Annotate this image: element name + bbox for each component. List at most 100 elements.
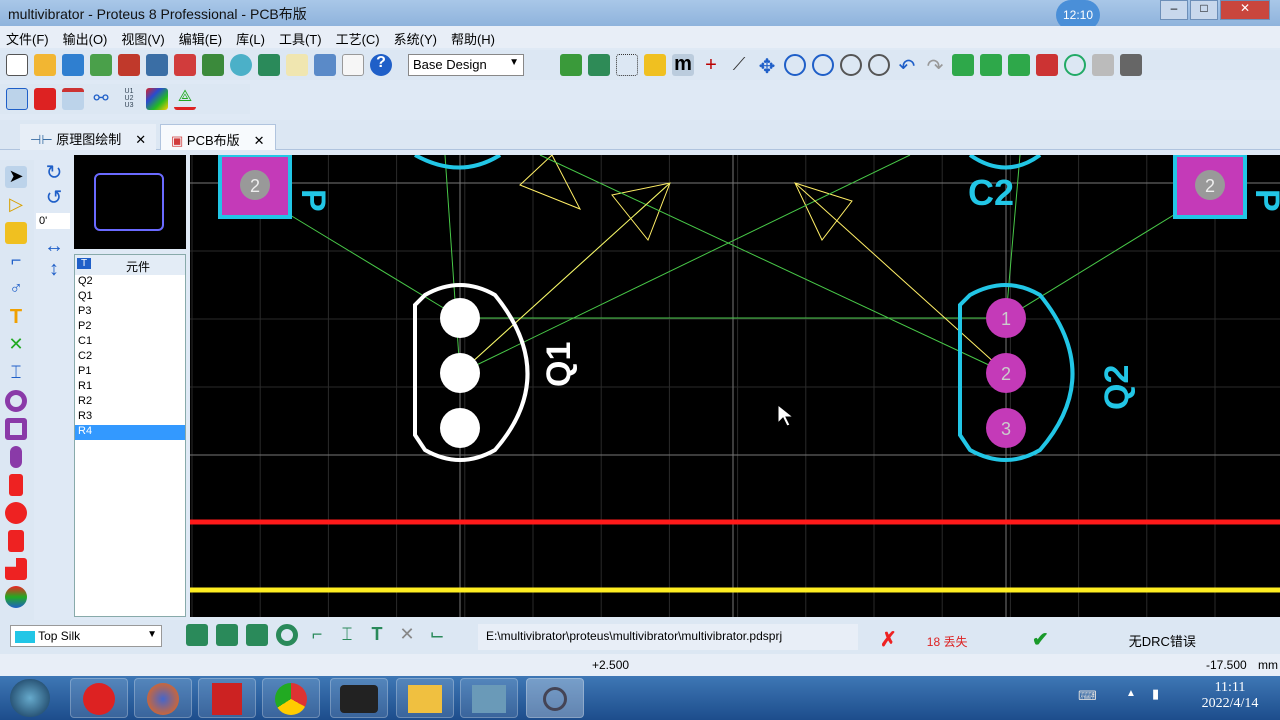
make-package-icon[interactable]: [1092, 54, 1114, 76]
menu-system[interactable]: 系统(Y): [394, 29, 437, 47]
square-pad-icon[interactable]: [5, 418, 27, 440]
maximize-button[interactable]: □: [1190, 0, 1218, 20]
component-list-item[interactable]: R1: [75, 380, 185, 395]
show-hidden-icons[interactable]: ▲: [1126, 688, 1136, 699]
source-code-icon[interactable]: [314, 54, 336, 76]
home-icon[interactable]: [118, 54, 140, 76]
design-select[interactable]: Base Design ▼: [408, 54, 524, 76]
pan-icon[interactable]: ✥: [756, 54, 778, 78]
3d-icon[interactable]: [202, 54, 224, 76]
open-icon[interactable]: [34, 54, 56, 76]
component-list-item[interactable]: C2: [75, 350, 185, 365]
via-icon[interactable]: [276, 624, 298, 646]
start-button[interactable]: [10, 679, 50, 717]
selection-mode-icon[interactable]: ➤: [5, 166, 27, 188]
refresh-icon[interactable]: [560, 54, 582, 76]
menu-tools[interactable]: 工具(T): [279, 29, 322, 47]
gerber-icon[interactable]: [230, 54, 252, 76]
origin-icon[interactable]: +: [700, 54, 722, 76]
package-mode-icon[interactable]: [5, 222, 27, 244]
keyboard-icon[interactable]: ⌨: [1078, 688, 1097, 704]
system-clock[interactable]: 11:11 2022/4/14: [1190, 680, 1270, 712]
track-icon[interactable]: ⌐: [306, 624, 328, 646]
menu-help[interactable]: 帮助(H): [451, 29, 495, 47]
drc-icon[interactable]: ⟁: [174, 88, 196, 110]
component-icon[interactable]: [34, 88, 56, 110]
component-list-item[interactable]: P1: [75, 365, 185, 380]
padstack-icon[interactable]: [5, 586, 27, 608]
layer-select[interactable]: Top Silk ▼: [10, 625, 162, 647]
component-list-item[interactable]: R3: [75, 410, 185, 425]
component-list-item[interactable]: C1: [75, 335, 185, 350]
false-origin-icon[interactable]: ⟋: [728, 54, 750, 76]
annotate-icon[interactable]: U1 U2 U3: [118, 88, 140, 110]
pcb-canvas[interactable]: Q1 1 2 3 Q2 C2 2 P 2 P: [190, 153, 1280, 617]
text-icon[interactable]: T: [366, 624, 388, 646]
taskbar-app-explorer[interactable]: [396, 678, 454, 718]
undo-icon[interactable]: ↶: [896, 54, 918, 78]
autoroute-icon[interactable]: [146, 88, 168, 110]
menu-library[interactable]: 库(L): [236, 29, 265, 47]
decompose-icon[interactable]: [1120, 54, 1142, 76]
redo-icon[interactable]: ↷: [924, 54, 946, 78]
schematic-icon[interactable]: [146, 54, 168, 76]
taskbar-app-netease[interactable]: [70, 678, 128, 718]
battery-icon[interactable]: ▮: [1152, 686, 1159, 702]
block-delete-icon[interactable]: [1036, 54, 1058, 76]
layers-icon[interactable]: [644, 54, 666, 76]
tab-schematic[interactable]: ⊣⊢ 原理图绘制 ✕: [20, 124, 157, 150]
taskbar-app-chrome[interactable]: [262, 678, 320, 718]
pick-part-icon[interactable]: [1064, 54, 1086, 76]
polygon-pad-icon[interactable]: [5, 558, 27, 580]
component-list-item[interactable]: P3: [75, 305, 185, 320]
zoom-all-icon[interactable]: [840, 54, 862, 76]
zoom-in-icon[interactable]: [784, 54, 806, 76]
pcb-icon[interactable]: [174, 54, 196, 76]
new-icon[interactable]: [6, 54, 28, 76]
menu-output[interactable]: 输出(O): [63, 29, 108, 47]
metric-toggle[interactable]: m: [672, 54, 694, 76]
component-list-item[interactable]: P2: [75, 320, 185, 335]
save-icon[interactable]: [62, 54, 84, 76]
menu-view[interactable]: 视图(V): [121, 29, 164, 47]
menu-technology[interactable]: 工艺(C): [336, 29, 380, 47]
close-project-icon[interactable]: [90, 54, 112, 76]
close-icon[interactable]: ✕: [135, 132, 146, 147]
taskbar-app-proteus[interactable]: [526, 678, 584, 718]
block-rotate-icon[interactable]: [1008, 54, 1030, 76]
bom-icon[interactable]: [286, 54, 308, 76]
search-icon[interactable]: ⚯: [90, 88, 112, 110]
missing-connections[interactable]: ✗ 18 丢失: [868, 624, 1008, 651]
text-mode-icon[interactable]: T: [5, 306, 27, 328]
lock-icon[interactable]: [6, 88, 28, 110]
menu-file[interactable]: 文件(F): [6, 29, 49, 47]
design-explorer-icon[interactable]: [258, 54, 280, 76]
dil-pad-icon[interactable]: [10, 446, 22, 468]
notes-icon[interactable]: [342, 54, 364, 76]
minimize-button[interactable]: –: [1160, 0, 1188, 20]
taskbar-app-firefox[interactable]: [134, 678, 192, 718]
rotate-ccw-icon[interactable]: ↺: [36, 185, 72, 210]
via-mode-icon[interactable]: ♂: [5, 278, 27, 300]
pcb-drawing[interactable]: Q1 1 2 3 Q2 C2 2 P 2 P: [190, 153, 1280, 617]
help-icon[interactable]: ?: [370, 54, 392, 76]
taskbar-app-recorder[interactable]: [330, 678, 388, 718]
ratsnest-mode-icon[interactable]: ✕: [5, 334, 27, 356]
dimension-icon[interactable]: ⌶: [336, 624, 358, 646]
close-icon[interactable]: ✕: [254, 133, 265, 148]
taskbar-app-photos[interactable]: [460, 678, 518, 718]
connectivity-icon[interactable]: ⌶: [5, 362, 27, 384]
ratsnest-icon[interactable]: ✕: [396, 624, 418, 646]
mirror-y-icon[interactable]: ↕: [36, 258, 72, 281]
select-filter-icon[interactable]: [62, 88, 84, 110]
block-copy-icon[interactable]: [952, 54, 974, 76]
flip-icon[interactable]: [588, 54, 610, 76]
circle-pad-icon[interactable]: [5, 502, 27, 524]
component-list-item[interactable]: Q1: [75, 290, 185, 305]
zoom-area-icon[interactable]: [868, 54, 890, 76]
layout-icon[interactable]: ⌙: [426, 624, 448, 646]
layer-stack-icon[interactable]: [186, 624, 208, 646]
component-mode-icon[interactable]: ▷: [5, 194, 27, 216]
block-move-icon[interactable]: [980, 54, 1002, 76]
grid-icon[interactable]: [616, 54, 638, 76]
